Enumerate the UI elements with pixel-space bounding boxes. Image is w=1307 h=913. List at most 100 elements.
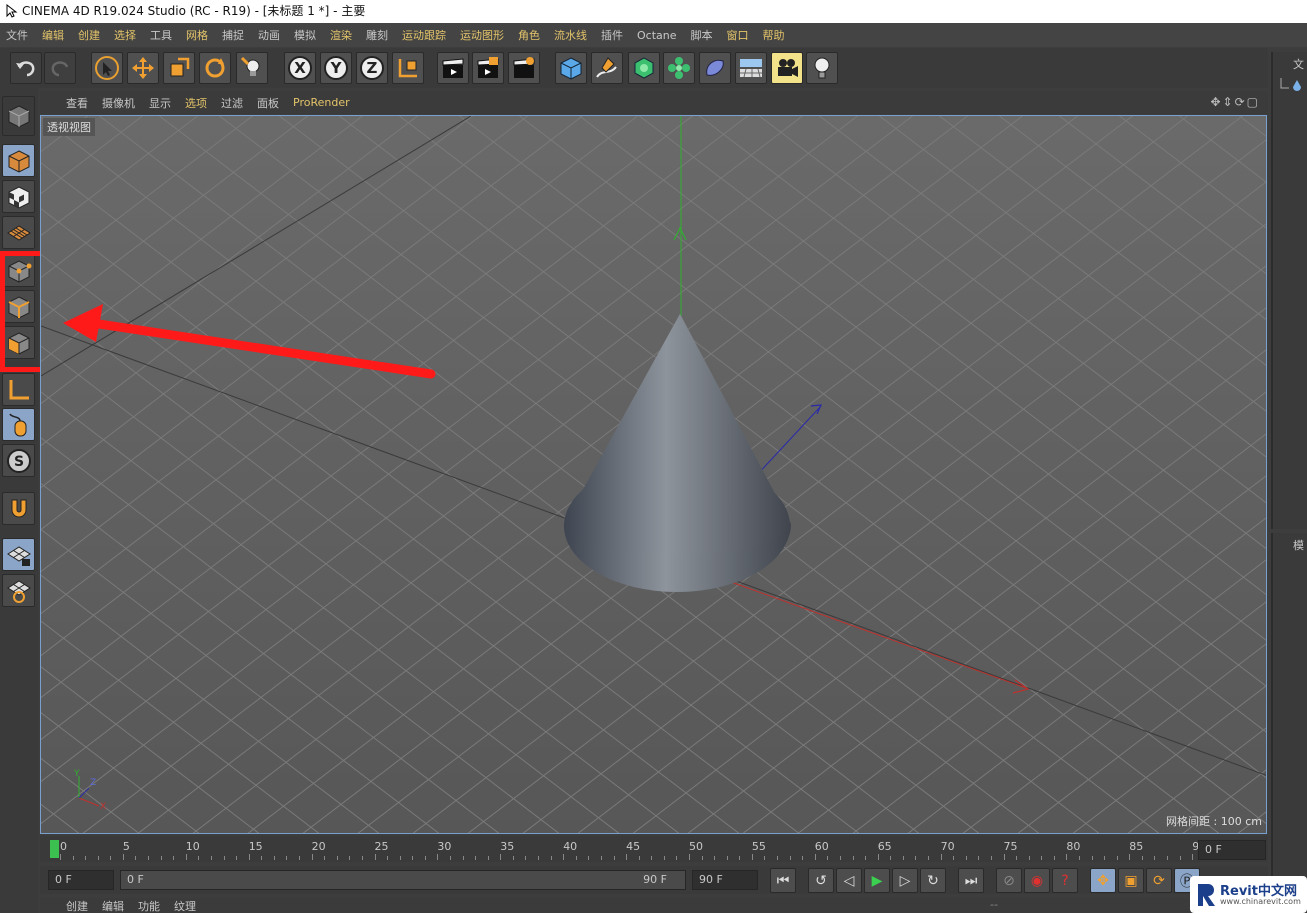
end-frame-field[interactable]: 90 F: [692, 870, 758, 890]
make-editable-button[interactable]: [2, 96, 35, 136]
move-tool-button[interactable]: [127, 52, 159, 84]
record-keys-disabled-button[interactable]: ⊘: [996, 868, 1022, 893]
menu-mograph[interactable]: 运动图形: [460, 27, 504, 43]
svg-text:S: S: [13, 454, 23, 470]
material-menu-function[interactable]: 功能: [138, 898, 160, 913]
viewport-menu-view[interactable]: 查看: [66, 95, 88, 111]
object-manager-tab[interactable]: 文: [1293, 56, 1304, 72]
viewport-menu-panel[interactable]: 面板: [257, 95, 279, 111]
play-forward-button[interactable]: ▶: [864, 868, 890, 893]
light-object-button[interactable]: [806, 52, 838, 84]
timeline-ruler[interactable]: 051015202530354045505560657075808590 0 F: [40, 836, 1268, 862]
timeline-playhead[interactable]: [50, 840, 59, 858]
menu-file[interactable]: 文件: [6, 27, 28, 43]
menu-help[interactable]: 帮助: [763, 27, 785, 43]
coordinate-system-button[interactable]: [392, 52, 424, 84]
floor-environment-button[interactable]: [735, 52, 767, 84]
previous-key-button[interactable]: ↺: [808, 868, 834, 893]
timeline-tick: [651, 856, 653, 860]
start-frame-field[interactable]: 0 F: [48, 870, 114, 890]
y-axis-lock-button[interactable]: Y: [320, 52, 352, 84]
menu-render[interactable]: 渲染: [330, 27, 352, 43]
svg-text:Z: Z: [367, 59, 378, 77]
menu-plugins[interactable]: 插件: [601, 27, 623, 43]
axis-mode-button[interactable]: [2, 373, 35, 406]
viewport-menu-cameras[interactable]: 摄像机: [102, 95, 135, 111]
next-frame-button[interactable]: ▷: [892, 868, 918, 893]
timeline-tick: [902, 856, 904, 860]
material-menu-texture[interactable]: 纹理: [174, 898, 196, 913]
viewport-menu-display[interactable]: 显示: [149, 95, 171, 111]
tree-node-icon: [1280, 78, 1301, 91]
timeline-tick-label: 25: [374, 840, 389, 853]
attribute-manager-tab[interactable]: 模: [1293, 537, 1304, 553]
timeline-tick: [449, 856, 451, 860]
menu-animate[interactable]: 动画: [258, 27, 280, 43]
next-key-button[interactable]: ↻: [920, 868, 946, 893]
render-view-button[interactable]: [437, 52, 469, 84]
timeline-tick: [751, 854, 753, 860]
menu-create[interactable]: 创建: [78, 27, 100, 43]
menu-octane[interactable]: Octane: [637, 29, 677, 42]
menu-mesh[interactable]: 网格: [186, 27, 208, 43]
tweak-mode-button[interactable]: [2, 408, 35, 441]
recent-tool-button[interactable]: [236, 52, 268, 84]
redo-button[interactable]: [44, 52, 76, 84]
menu-script[interactable]: 脚本: [691, 27, 713, 43]
timeline-tick: [261, 856, 263, 860]
model-mode-button[interactable]: [2, 144, 35, 177]
viewport-menu-prorender[interactable]: ProRender: [293, 96, 350, 109]
z-axis-lock-button[interactable]: Z: [356, 52, 388, 84]
axis-mode-icon: [9, 379, 29, 399]
render-to-picture-viewer-button[interactable]: [472, 52, 504, 84]
record-scale-button[interactable]: ▣: [1118, 868, 1144, 893]
pen-spline-button[interactable]: [591, 52, 623, 84]
menu-snap[interactable]: 捕捉: [222, 27, 244, 43]
menu-simulate[interactable]: 模拟: [294, 27, 316, 43]
render-settings-button[interactable]: [508, 52, 540, 84]
menu-edit[interactable]: 编辑: [42, 27, 64, 43]
rotate-tool-button[interactable]: [199, 52, 231, 84]
previous-frame-button[interactable]: ◁: [836, 868, 862, 893]
cube-object-button[interactable]: [555, 52, 587, 84]
timeline-tick-label: 55: [751, 840, 766, 853]
go-to-start-button[interactable]: ⏮: [770, 868, 796, 893]
autokey-button[interactable]: ◉: [1024, 868, 1050, 893]
menu-sculpt[interactable]: 雕刻: [366, 27, 388, 43]
texture-mode-button[interactable]: [2, 180, 35, 213]
snap-toggle-button[interactable]: [2, 492, 35, 525]
menu-character[interactable]: 角色: [518, 27, 540, 43]
x-axis-lock-button[interactable]: X: [284, 52, 316, 84]
material-menu-edit[interactable]: 编辑: [102, 898, 124, 913]
current-frame-field[interactable]: 0 F: [1198, 840, 1266, 860]
perspective-viewport[interactable]: Y Z X 透视视图 网格间距 : 100 cm: [40, 115, 1267, 834]
timeline-tick: [965, 856, 967, 860]
deformer-button[interactable]: [699, 52, 731, 84]
viewport-menu-options[interactable]: 选项: [185, 95, 207, 111]
workplane-mode-button[interactable]: [2, 216, 35, 249]
menu-select[interactable]: 选择: [114, 27, 136, 43]
keyframe-selection-button[interactable]: ?: [1052, 868, 1078, 893]
camera-object-button[interactable]: [771, 52, 803, 84]
timeline-tick: [1016, 856, 1018, 860]
menu-motion-tracking[interactable]: 运动跟踪: [402, 27, 446, 43]
viewport-navigation-icons[interactable]: ✥⇕⟳▢: [1210, 95, 1260, 109]
go-to-end-button[interactable]: ⏭: [958, 868, 984, 893]
undo-button[interactable]: [10, 52, 42, 84]
planar-workplane-button[interactable]: [2, 574, 35, 607]
live-selection-button[interactable]: [91, 52, 123, 84]
menu-window[interactable]: 窗口: [727, 27, 749, 43]
locked-workplane-button[interactable]: [2, 538, 35, 571]
menu-tools[interactable]: 工具: [150, 27, 172, 43]
record-position-button[interactable]: ✥: [1090, 868, 1116, 893]
preview-range-slider[interactable]: 0 F 90 F: [120, 870, 686, 890]
material-menu-create[interactable]: 创建: [66, 898, 88, 913]
skip-start-icon: ⏮: [776, 872, 790, 889]
subdivision-surface-button[interactable]: [628, 52, 660, 84]
viewport-menu-filter[interactable]: 过滤: [221, 95, 243, 111]
menu-pipeline[interactable]: 流水线: [554, 27, 587, 43]
record-rotation-button[interactable]: ⟳: [1146, 868, 1172, 893]
array-mograph-button[interactable]: [663, 52, 695, 84]
scale-tool-button[interactable]: [163, 52, 195, 84]
solo-mode-button[interactable]: S: [2, 444, 35, 477]
